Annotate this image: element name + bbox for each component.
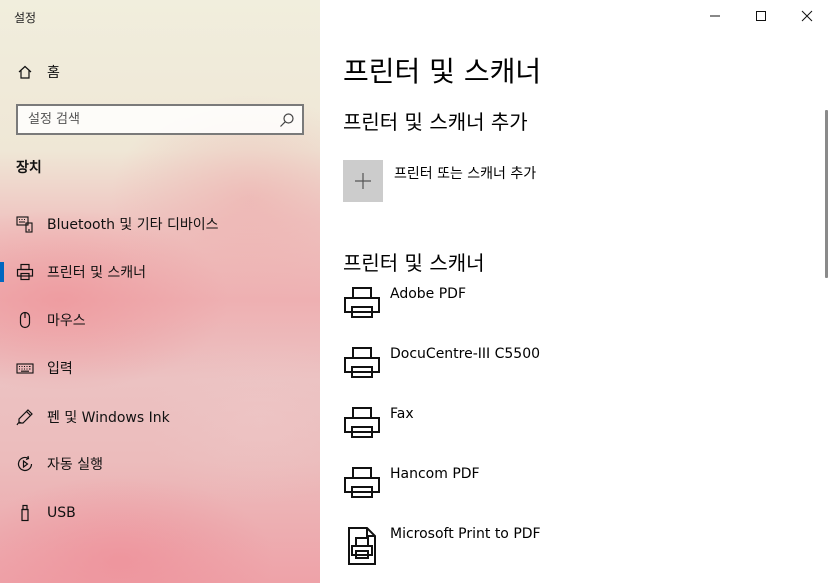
pdf-printer-icon [348,527,376,565]
sidebar: 설정 홈 장치 Bluetooth 및 기타 디바이스 [0,0,320,583]
list-item[interactable]: Microsoft Print to PDF [343,526,803,576]
main-content: 프린터 및 스캐너 프린터 및 스캐너 추가 프린터 또는 스캐너 추가 프린터… [320,0,830,583]
list-item[interactable]: DocuCentre-III C5500 [343,346,803,396]
printer-icon [344,467,380,498]
list-item[interactable]: Adobe PDF [343,286,803,336]
search-input[interactable] [18,106,258,133]
autoplay-icon [16,455,34,473]
app-title: 설정 [14,11,37,25]
search-box[interactable] [16,104,304,135]
minimize-button[interactable] [692,0,738,32]
printer-name: Fax [390,406,414,422]
home-icon [16,63,34,81]
sidebar-item-usb[interactable]: USB [0,493,320,533]
printer-name: Hancom PDF [390,466,480,482]
printer-icon [344,287,380,318]
sidebar-item-label: 홈 [47,65,60,81]
bluetooth-devices-icon [16,215,34,233]
minimize-icon [710,15,720,17]
add-section-title: 프린터 및 스캐너 추가 [343,110,528,134]
usb-icon [16,504,34,522]
sidebar-item-mouse[interactable]: 마우스 [0,300,320,340]
sidebar-item-pen[interactable]: 펜 및 Windows Ink [0,397,320,437]
printer-icon [16,263,34,281]
sidebar-item-label: 마우스 [47,313,86,329]
add-printer-label: 프린터 또는 스캐너 추가 [394,166,537,182]
page-title: 프린터 및 스캐너 [343,55,542,88]
section-title: 장치 [16,160,42,176]
sidebar-item-label: USB [47,505,76,521]
sidebar-item-label: 입력 [47,361,73,377]
sidebar-item-home[interactable]: 홈 [0,52,320,92]
maximize-button[interactable] [738,0,784,32]
sidebar-item-label: 프린터 및 스캐너 [47,265,147,281]
printer-icon [344,347,380,378]
plus-icon [343,160,383,202]
printer-list-title: 프린터 및 스캐너 [343,251,485,275]
close-button[interactable] [784,0,830,32]
search-icon[interactable] [279,112,295,128]
sidebar-item-typing[interactable]: 입력 [0,348,320,388]
scrollbar[interactable] [825,110,828,278]
sidebar-item-label: 펜 및 Windows Ink [47,410,170,426]
printer-icon [344,407,380,438]
close-icon [801,10,813,22]
pen-icon [16,408,34,426]
sidebar-item-label: Bluetooth 및 기타 디바이스 [47,217,219,233]
sidebar-item-bluetooth[interactable]: Bluetooth 및 기타 디바이스 [0,204,320,244]
keyboard-icon [16,359,34,377]
sidebar-item-autoplay[interactable]: 자동 실행 [0,444,320,484]
printer-name: Microsoft Print to PDF [390,526,541,542]
maximize-icon [756,11,766,21]
list-item[interactable]: Fax [343,406,803,456]
mouse-icon [16,311,34,329]
sidebar-item-label: 자동 실행 [47,457,103,473]
printer-name: Adobe PDF [390,286,467,302]
list-item[interactable]: Hancom PDF [343,466,803,516]
sidebar-item-printers[interactable]: 프린터 및 스캐너 [0,252,320,292]
printer-name: DocuCentre-III C5500 [390,346,541,362]
